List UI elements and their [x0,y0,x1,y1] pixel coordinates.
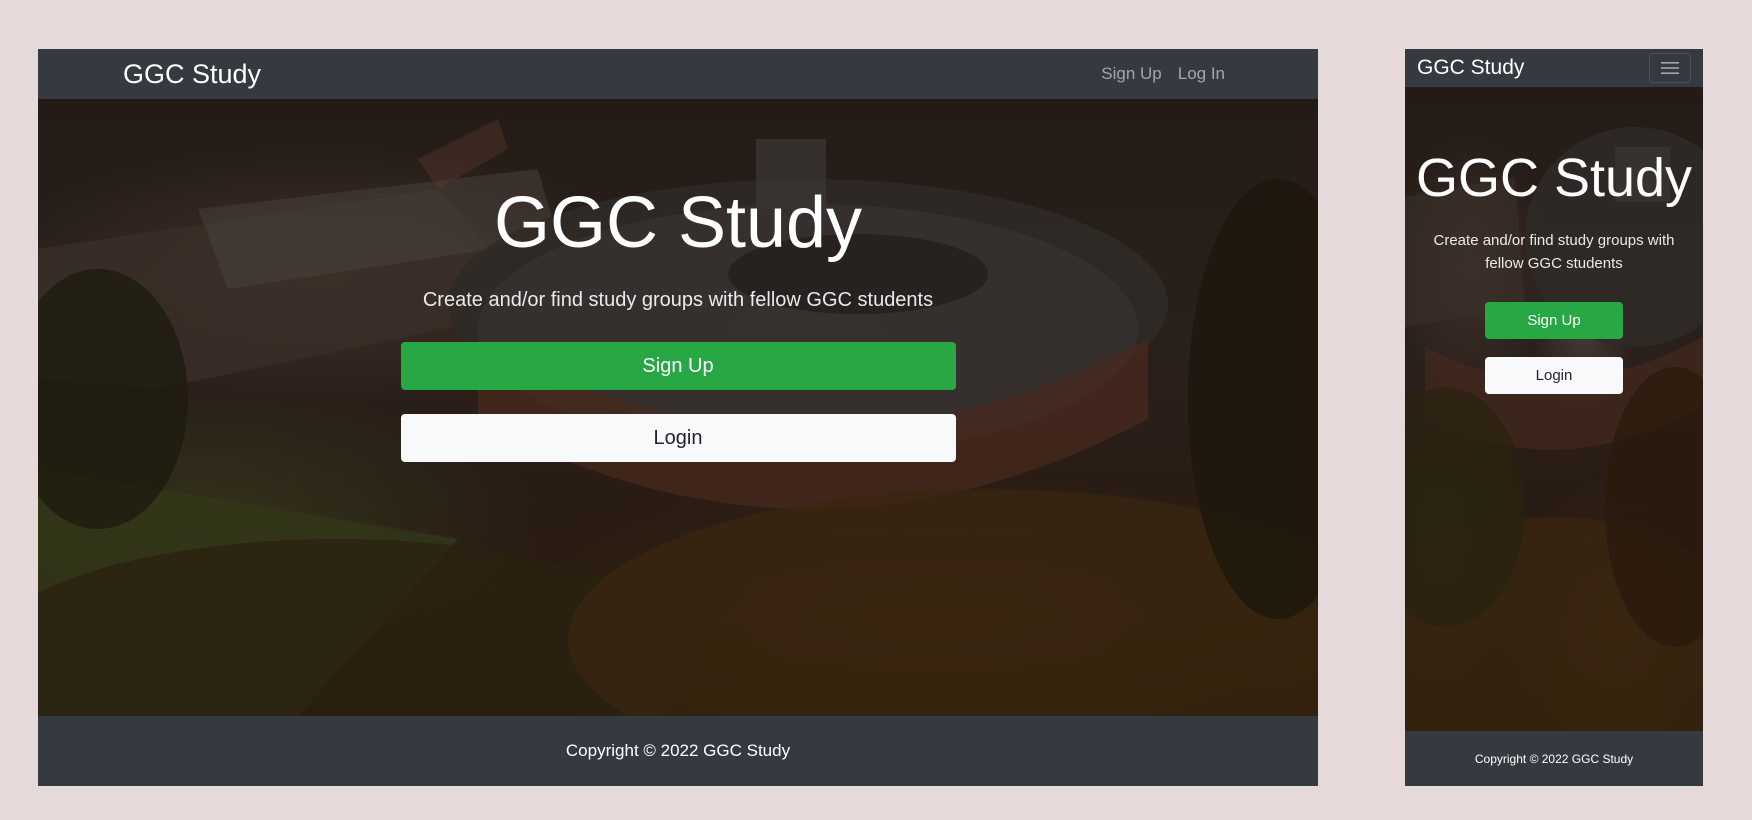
login-button[interactable]: Login [1485,357,1623,394]
navbar: GGC Study Sign Up Log In [38,49,1318,99]
hero-section: GGC Study Create and/or find study group… [38,99,1318,716]
brand-logo[interactable]: GGC Study [1417,56,1524,80]
hero-subtitle: Create and/or find study groups with fel… [422,289,934,311]
sign-up-button[interactable]: Sign Up [400,342,956,390]
hero-subtitle: Create and/or find study groups with fel… [1433,232,1675,272]
brand-logo[interactable]: GGC Study [123,59,261,90]
hero-content: GGC Study Create and/or find study group… [38,187,1318,462]
nav-links: Sign Up Log In [1101,64,1225,84]
footer: Copyright © 2022 GGC Study [1405,731,1703,786]
copyright-text: Copyright © 2022 GGC Study [565,741,791,760]
sign-up-button[interactable]: Sign Up [1485,302,1623,339]
hero-title: GGC Study [1415,148,1693,208]
nav-link-log-in[interactable]: Log In [1178,64,1225,84]
hero-section: GGC Study Create and/or find study group… [1405,87,1703,731]
login-button[interactable]: Login [400,414,956,462]
desktop-view: GGC Study Sign Up Log In GGC Study Creat… [38,49,1318,786]
hero-content: GGC Study Create and/or find study group… [1405,151,1703,394]
hamburger-menu-icon [1661,62,1679,74]
footer: Copyright © 2022 GGC Study [38,716,1318,786]
nav-link-sign-up[interactable]: Sign Up [1101,64,1161,84]
hamburger-menu-button[interactable] [1649,53,1691,83]
navbar: GGC Study [1405,49,1703,87]
mobile-view: GGC Study GGC Study Create and/or find s… [1405,49,1703,786]
hero-title: GGC Study [493,183,863,263]
copyright-text: Copyright © 2022 GGC Study [1474,751,1634,766]
